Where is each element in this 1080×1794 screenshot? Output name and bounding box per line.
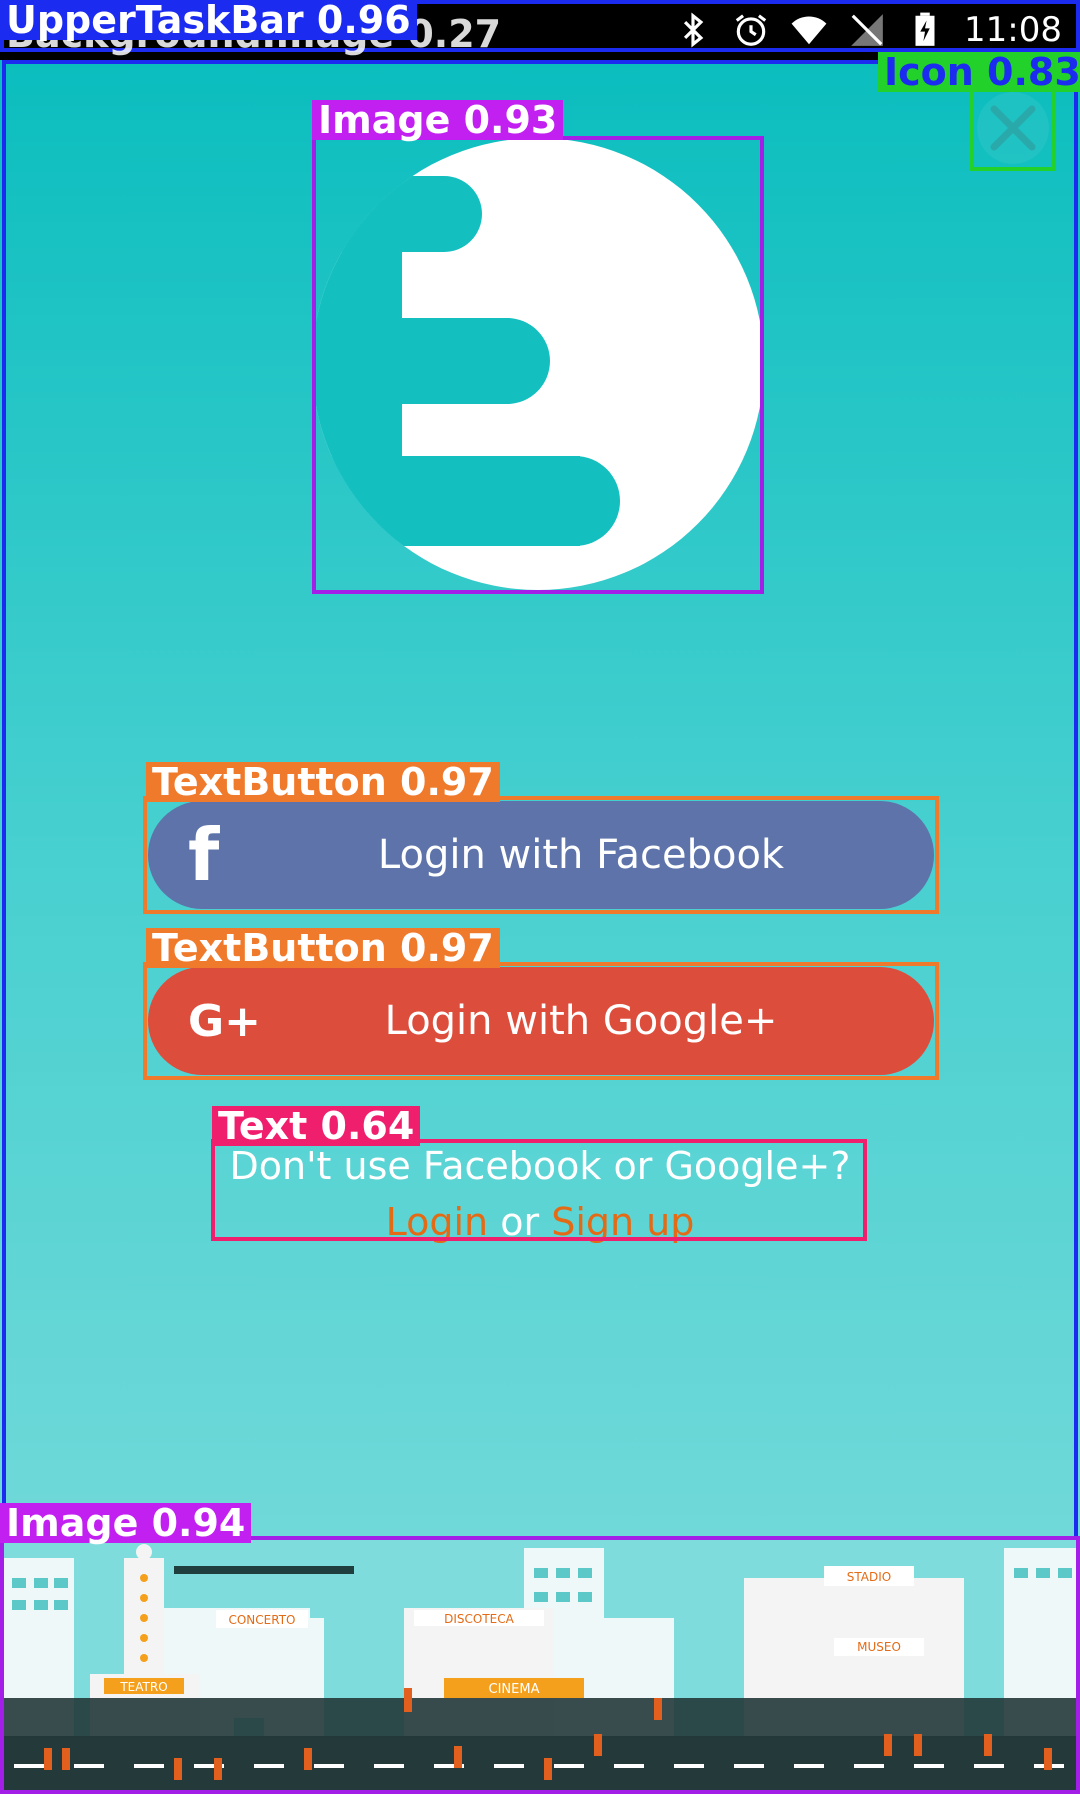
text-label: Text 0.64	[212, 1106, 421, 1146]
logo-image-label: Image 0.93	[312, 100, 564, 140]
logo-image-box	[312, 136, 764, 594]
textbutton-facebook-box	[143, 796, 939, 914]
upper-taskbar-label: UpperTaskBar 0.96	[0, 0, 417, 40]
city-image-box	[0, 1536, 1080, 1794]
textbutton-google-label: TextButton 0.97	[146, 928, 500, 968]
city-image-label: Image 0.94	[0, 1503, 252, 1543]
textbutton-google-box	[143, 962, 939, 1080]
icon-label: Icon 0.83	[878, 52, 1080, 92]
textbutton-facebook-label: TextButton 0.97	[146, 762, 500, 802]
text-box	[211, 1139, 867, 1241]
icon-box	[970, 85, 1056, 171]
